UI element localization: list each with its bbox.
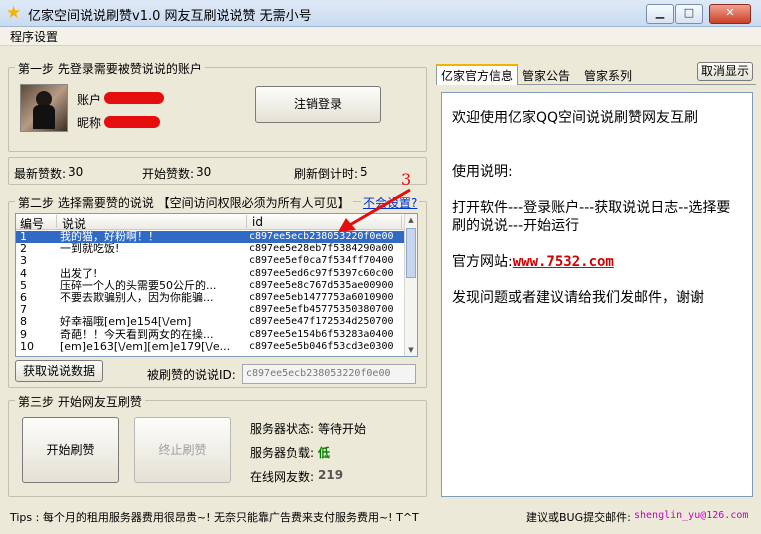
- table-row[interactable]: 10 [em]e163[\/em][em]e179[\/e... c897ee5e5…: [16, 341, 405, 353]
- logout-button[interactable]: 注销登录: [255, 86, 381, 123]
- row-post-id: c897ee5efb45775350380700: [249, 304, 394, 316]
- table-row[interactable]: 4 出发了! c897ee5ed6c97f5397c60c00: [16, 268, 405, 280]
- row-post-id: c897ee5eb1477753a6010900: [249, 292, 394, 303]
- online-users-label: 在线网友数:: [250, 470, 315, 484]
- row-post-id: c897ee5e28eb7f5384290a00: [249, 243, 394, 255]
- tab-series[interactable]: 管家系列: [584, 67, 632, 84]
- tab-announcements[interactable]: 管家公告: [522, 67, 570, 84]
- minimize-button[interactable]: ▁: [646, 4, 674, 24]
- row-post-text: 出发了!: [60, 267, 98, 280]
- row-number: 7: [20, 304, 27, 317]
- usage-title: 使用说明:: [452, 164, 513, 180]
- tab-official-info[interactable]: 亿家官方信息: [436, 64, 519, 85]
- start-button[interactable]: 开始刷赞: [22, 417, 119, 483]
- annotation-arrow-icon: [338, 188, 411, 232]
- row-post-text: 奇葩！！今天看到两女的在操...: [60, 328, 214, 341]
- nickname-label: 昵称: [77, 116, 102, 130]
- row-post-id: c897ee5e8c767d535ae00900: [249, 279, 394, 291]
- countdown-label: 刷新倒计时:: [294, 167, 359, 181]
- online-users-value: 219: [318, 468, 344, 482]
- row-post-text: [em]e163[\/em][em]e179[\/e...: [60, 340, 231, 353]
- server-status-label: 服务器状态:: [250, 422, 315, 436]
- row-number: 2: [20, 243, 27, 256]
- star-app-icon: ★: [6, 3, 22, 23]
- website-link[interactable]: www.7532.com: [513, 254, 614, 270]
- table-row[interactable]: 6 不要去欺骗别人，因为你能骗... c897ee5eb1477753a601090…: [16, 292, 405, 304]
- row-post-text: 压碎一个人的头需要50公斤的...: [60, 279, 217, 292]
- account-label: 账户: [77, 93, 102, 107]
- row-post-text: 不要去欺骗别人，因为你能骗...: [60, 292, 214, 304]
- latest-likes-value: 30: [68, 165, 84, 179]
- row-post-id: c897ee5e5b046f53cd3e0300: [249, 340, 394, 352]
- account-redaction: [104, 92, 164, 104]
- col-post-header[interactable]: 说说: [62, 215, 86, 232]
- row-post-text: 我的猫，好粉啊！！: [60, 231, 159, 243]
- feedback-text: 发现问题或者建议请给我们发邮件，谢谢: [452, 290, 704, 306]
- maximize-button[interactable]: □: [675, 4, 703, 24]
- server-load-label: 服务器负载:: [250, 446, 315, 460]
- server-status-value: 等待开始: [318, 422, 367, 436]
- website-label: 官方网站:: [452, 254, 513, 270]
- table-row[interactable]: 9 奇葩！！今天看到两女的在操... c897ee5e154b6f53283a040…: [16, 329, 405, 341]
- server-load-value: 低: [318, 446, 331, 460]
- table-row[interactable]: 5 压碎一个人的头需要50公斤的... c897ee5e8c767d535ae009…: [16, 280, 405, 292]
- col-id-header[interactable]: id: [252, 215, 263, 229]
- row-number: 1: [20, 231, 27, 243]
- scroll-down-icon[interactable]: ▼: [405, 344, 417, 356]
- row-post-id: c897ee5e47f172534d250700: [249, 316, 394, 328]
- row-number: 8: [20, 316, 27, 329]
- table-row[interactable]: 8 好幸福哦[em]e154[\/em] c897ee5e47f172534d250…: [16, 316, 405, 328]
- table-row[interactable]: 3 c897ee5ef0ca7f534ff70400: [16, 255, 405, 267]
- window-title: 亿家空间说说刷赞v1.0 网友互刷说说赞 无需小号: [28, 9, 312, 24]
- menu-settings[interactable]: 程序设置: [10, 28, 58, 45]
- hide-panel-button[interactable]: 取消显示: [697, 62, 753, 81]
- row-number: 6: [20, 292, 27, 304]
- avatar: [20, 84, 68, 132]
- row-number: 3: [20, 255, 27, 268]
- tips-text: Tips : 每个月的租用服务器费用很昂贵~! 无奈只能靠广告费来支付服务费用~…: [10, 511, 419, 524]
- usage-text: 打开软件---登录账户---获取说说日志--选择要刷的说说---开始运行: [452, 200, 731, 234]
- step1-title: 第一步 先登录需要被赞说说的账户: [15, 60, 205, 77]
- website-line: 官方网站:www.7532.com: [452, 253, 742, 271]
- row-number: 4: [20, 267, 27, 280]
- info-panel: 欢迎使用亿家QQ空间说说刷赞网友互刷 使用说明: 打开软件---登录账户---获…: [441, 92, 753, 497]
- row-number: 10: [20, 340, 34, 353]
- step2-title: 第二步 选择需要赞的说说 【空间访问权限必须为所有人可见】: [15, 194, 353, 211]
- start-likes-value: 30: [196, 165, 212, 179]
- step3-title: 第三步 开始网友互刷赞: [15, 393, 145, 410]
- title-bar: ★ 亿家空间说说刷赞v1.0 网友互刷说说赞 无需小号 ▁ □ ✕: [0, 0, 761, 27]
- nickname-redaction: [104, 116, 160, 128]
- row-post-text: 一到就吃饭!: [60, 243, 120, 256]
- table-row[interactable]: 7 c897ee5efb45775350380700: [16, 304, 405, 316]
- row-number: 9: [20, 328, 27, 341]
- menu-bar: 程序设置: [0, 27, 761, 46]
- row-post-id: c897ee5ef0ca7f534ff70400: [249, 255, 394, 267]
- contact-label: 建议或BUG提交邮件:: [526, 511, 631, 524]
- selected-id-field[interactable]: c897ee5ecb238053220f0e00: [242, 364, 416, 384]
- stop-button: 终止刷赞: [134, 417, 231, 483]
- fetch-posts-button[interactable]: 获取说说数据: [15, 360, 103, 382]
- contact-email[interactable]: shenglin_yu@126.com: [634, 510, 748, 521]
- latest-likes-label: 最新赞数:: [14, 167, 67, 181]
- row-post-text: 好幸福哦[em]e154[\/em]: [60, 316, 192, 329]
- countdown-value: 5: [360, 165, 368, 179]
- col-number-header[interactable]: 编号: [20, 215, 44, 232]
- row-post-id: c897ee5ed6c97f5397c60c00: [249, 267, 394, 279]
- start-likes-label: 开始赞数:: [142, 167, 195, 181]
- row-number: 5: [20, 279, 27, 292]
- close-button[interactable]: ✕: [709, 4, 751, 24]
- row-post-id: c897ee5e154b6f53283a0400: [249, 328, 394, 340]
- welcome-text: 欢迎使用亿家QQ空间说说刷赞网友互刷: [452, 110, 699, 126]
- selected-id-label: 被刷赞的说说ID:: [147, 368, 236, 382]
- table-row[interactable]: 2 一到就吃饭! c897ee5e28eb7f5384290a00: [16, 243, 405, 255]
